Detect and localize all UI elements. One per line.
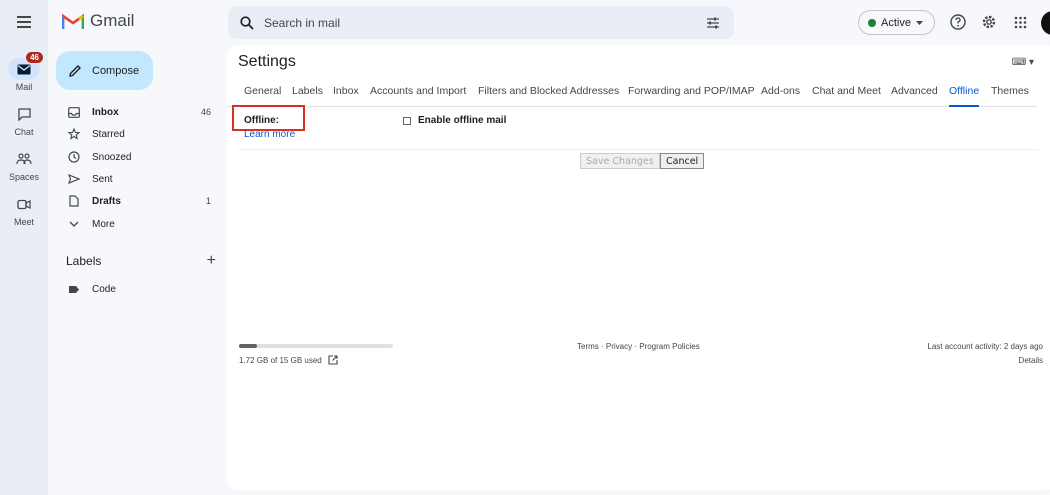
sidebar-item-sent[interactable]: Sent bbox=[56, 169, 219, 189]
rail-label-chat: Chat bbox=[14, 127, 34, 137]
storage-info: 1.72 GB of 15 GB used bbox=[239, 355, 338, 365]
tab-labels[interactable]: Labels bbox=[292, 85, 323, 107]
sidebar-item-inbox[interactable]: Inbox 46 bbox=[56, 102, 219, 122]
sidebar-label-code[interactable]: Code bbox=[56, 279, 219, 299]
caret-down-icon bbox=[915, 20, 923, 25]
gear-icon[interactable] bbox=[979, 12, 999, 32]
search-input[interactable] bbox=[264, 15, 706, 30]
divider bbox=[238, 149, 1038, 150]
tab-general[interactable]: General bbox=[244, 85, 281, 107]
input-tools-keyboard-icon[interactable]: ⌨ ▾ bbox=[1012, 57, 1034, 68]
privacy-link[interactable]: Privacy bbox=[606, 342, 632, 351]
labels-title: Labels bbox=[66, 254, 102, 268]
tab-themes[interactable]: Themes bbox=[991, 85, 1029, 107]
rail-item-chat[interactable]: Chat bbox=[0, 103, 48, 137]
rail-item-mail[interactable]: 46 Mail bbox=[0, 51, 48, 92]
gmail-m-icon bbox=[62, 13, 84, 29]
storage-bar bbox=[239, 344, 393, 348]
sidebar-item-snoozed[interactable]: Snoozed bbox=[56, 147, 219, 167]
inbox-icon bbox=[56, 106, 92, 118]
status-dropdown[interactable]: Active bbox=[858, 10, 935, 35]
sidebar-item-label: Code bbox=[92, 283, 116, 295]
sidebar-item-label: Snoozed bbox=[92, 151, 132, 163]
enable-offline-label: Enable offline mail bbox=[418, 115, 507, 126]
send-icon bbox=[56, 174, 92, 184]
footer-links: Terms · Privacy · Program Policies bbox=[577, 342, 700, 351]
sidebar-item-label: More bbox=[92, 218, 115, 230]
tab-advanced[interactable]: Advanced bbox=[891, 85, 938, 107]
search-icon[interactable] bbox=[240, 15, 254, 30]
rail-label-spaces: Spaces bbox=[8, 172, 40, 182]
sidebar-item-starred[interactable]: Starred bbox=[56, 124, 219, 144]
draft-file-icon bbox=[56, 195, 92, 207]
sidebar-item-more[interactable]: More bbox=[56, 214, 219, 234]
status-label: Active bbox=[881, 16, 911, 29]
tab-accounts-and-import[interactable]: Accounts and Import bbox=[370, 85, 466, 107]
gmail-logo[interactable]: Gmail bbox=[62, 11, 134, 31]
search-bar bbox=[228, 6, 734, 39]
sidebar-item-label: Sent bbox=[92, 173, 113, 185]
app-rail: 46 Mail Chat Spaces Meet bbox=[0, 0, 48, 495]
search-options-icon[interactable] bbox=[706, 17, 720, 29]
settings-tabs: General Labels Inbox Accounts and Import… bbox=[227, 85, 1037, 107]
sidebar-item-label: Starred bbox=[92, 128, 125, 140]
rail-label-meet: Meet bbox=[13, 217, 34, 227]
rail-item-meet[interactable]: Meet bbox=[0, 193, 48, 227]
pencil-icon bbox=[69, 64, 81, 77]
offline-label: Offline: bbox=[244, 115, 279, 126]
spaces-icon bbox=[8, 148, 40, 170]
help-icon[interactable] bbox=[948, 12, 968, 32]
apps-grid-icon[interactable] bbox=[1010, 12, 1030, 32]
sidebar-item-label: Inbox bbox=[92, 106, 119, 118]
settings-panel: Settings ⌨ ▾ General Labels Inbox Accoun… bbox=[227, 45, 1050, 490]
rail-item-spaces[interactable]: Spaces bbox=[0, 148, 48, 182]
cancel-button[interactable]: Cancel bbox=[660, 153, 705, 169]
last-activity: Last account activity: 2 days ago bbox=[927, 342, 1043, 351]
logo-text: Gmail bbox=[90, 11, 135, 30]
main-menu-button[interactable] bbox=[14, 14, 34, 30]
tab-chat-and-meet[interactable]: Chat and Meet bbox=[812, 85, 881, 107]
inbox-count: 46 bbox=[200, 107, 211, 117]
tab-forwarding[interactable]: Forwarding and POP/IMAP bbox=[628, 85, 755, 107]
page-title: Settings bbox=[238, 53, 296, 70]
chat-icon bbox=[8, 103, 40, 125]
compose-label: Compose bbox=[92, 64, 140, 77]
unread-badge: 46 bbox=[25, 51, 44, 64]
labels-header: Labels + bbox=[66, 253, 216, 269]
learn-more-link[interactable]: Learn more bbox=[244, 129, 295, 140]
details-link[interactable]: Details bbox=[1019, 356, 1043, 365]
mail-icon: 46 bbox=[8, 51, 44, 80]
open-external-icon[interactable] bbox=[328, 355, 338, 365]
checkbox-box[interactable] bbox=[403, 116, 411, 125]
tab-add-ons[interactable]: Add-ons bbox=[761, 85, 800, 107]
rail-label-mail: Mail bbox=[15, 82, 33, 92]
video-camera-icon bbox=[8, 193, 40, 215]
save-changes-button[interactable]: Save Changes bbox=[580, 153, 660, 169]
enable-offline-mail-checkbox[interactable]: Enable offline mail bbox=[403, 115, 506, 126]
chevron-down-icon bbox=[56, 221, 92, 227]
label-tag-icon bbox=[56, 285, 92, 294]
drafts-count: 1 bbox=[205, 196, 211, 206]
star-icon bbox=[56, 128, 92, 140]
create-label-button[interactable]: + bbox=[207, 253, 216, 269]
program-policies-link[interactable]: Program Policies bbox=[639, 342, 699, 351]
clock-icon bbox=[56, 151, 92, 163]
terms-link[interactable]: Terms bbox=[577, 342, 599, 351]
tab-inbox[interactable]: Inbox bbox=[333, 85, 359, 107]
account-avatar[interactable] bbox=[1041, 11, 1050, 35]
sidebar-item-drafts[interactable]: Drafts 1 bbox=[56, 191, 219, 211]
storage-fill bbox=[239, 344, 257, 348]
compose-button[interactable]: Compose bbox=[56, 51, 153, 90]
status-dot bbox=[868, 18, 876, 27]
storage-text: 1.72 GB of 15 GB used bbox=[239, 355, 322, 365]
sidebar-item-label: Drafts bbox=[92, 195, 121, 207]
tab-filters[interactable]: Filters and Blocked Addresses bbox=[478, 85, 619, 107]
tab-offline[interactable]: Offline bbox=[949, 85, 980, 107]
